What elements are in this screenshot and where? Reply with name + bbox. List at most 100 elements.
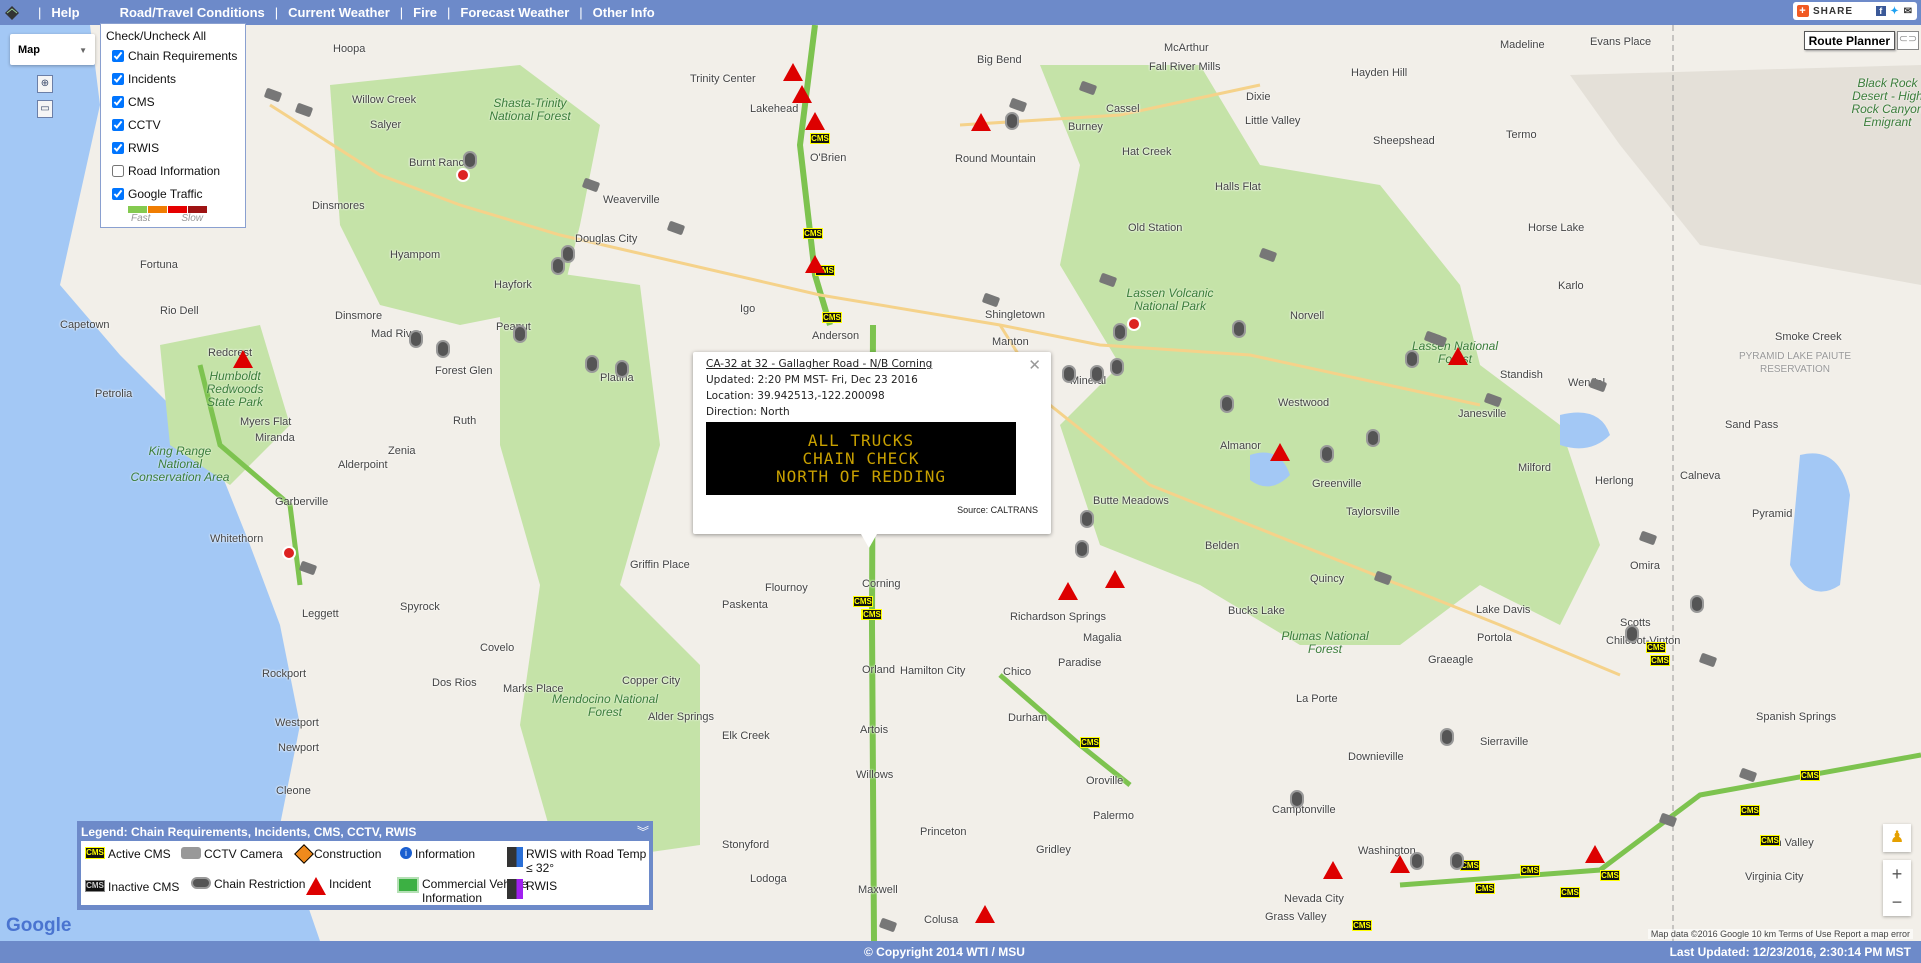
close-icon[interactable]: ✕ — [1028, 356, 1041, 374]
chain-restriction-marker[interactable] — [1320, 445, 1334, 463]
nav-fire[interactable]: Fire — [413, 5, 437, 20]
cms-sign-marker[interactable]: CMS — [1646, 642, 1666, 653]
layer-toggle[interactable]: CCTV — [106, 113, 240, 136]
chain-restriction-marker[interactable] — [1075, 540, 1089, 558]
facebook-icon[interactable]: f — [1876, 6, 1887, 16]
cms-sign-marker[interactable]: CMS — [810, 133, 830, 144]
chain-restriction-marker[interactable] — [1625, 625, 1639, 643]
place-label: Igo — [740, 303, 756, 315]
popup-title[interactable]: CA-32 at 32 - Gallagher Road - N/B Corni… — [706, 358, 1038, 370]
incident-marker[interactable] — [783, 63, 803, 81]
chain-restriction-marker[interactable] — [513, 325, 527, 343]
incident-marker[interactable] — [971, 113, 991, 131]
incident-marker[interactable] — [1448, 347, 1468, 365]
cms-sign-marker[interactable]: CMS — [1080, 737, 1100, 748]
chain-restriction-marker[interactable] — [1405, 350, 1419, 368]
road-closed-marker[interactable] — [456, 168, 470, 182]
chain-restriction-marker[interactable] — [1113, 323, 1127, 341]
incident-marker[interactable] — [1323, 861, 1343, 879]
street-view-pegman-icon[interactable]: ♟ — [1883, 824, 1911, 852]
incident-marker[interactable] — [1390, 855, 1410, 873]
zoom-area-icon[interactable]: ⊕ — [37, 75, 53, 93]
cms-sign-marker[interactable]: CMS — [853, 596, 873, 607]
chain-restriction-marker[interactable] — [463, 151, 477, 169]
chain-restriction-marker[interactable] — [1232, 320, 1246, 338]
zoom-in-button[interactable]: + — [1883, 860, 1911, 888]
cms-sign-marker[interactable]: CMS — [862, 609, 882, 620]
layer-checkbox[interactable] — [112, 118, 124, 131]
layer-toggle[interactable]: Google Traffic — [106, 182, 240, 205]
cms-sign-marker[interactable]: CMS — [1600, 870, 1620, 881]
route-planner-button[interactable]: Route Planner — [1803, 31, 1895, 50]
layer-checkbox[interactable] — [112, 95, 124, 108]
collapse-chevron-icon[interactable]: ︾ — [637, 823, 649, 840]
nav-road-travel-conditions[interactable]: Road/Travel Conditions — [120, 5, 265, 20]
incident-marker[interactable] — [1270, 443, 1290, 461]
incident-marker[interactable] — [233, 350, 253, 368]
chain-restriction-marker[interactable] — [1440, 728, 1454, 746]
layer-checkbox[interactable] — [112, 187, 124, 200]
email-icon[interactable]: ✉ — [1904, 6, 1913, 17]
cms-sign-marker[interactable]: CMS — [1475, 883, 1495, 894]
link-icon[interactable]: ⊂⊃ — [1897, 31, 1919, 50]
twitter-icon[interactable]: ✦ — [1890, 6, 1899, 17]
chain-restriction-marker[interactable] — [1410, 852, 1424, 870]
cms-sign-marker[interactable]: CMS — [1740, 805, 1760, 816]
road-closed-marker[interactable] — [282, 546, 296, 560]
incident-marker[interactable] — [805, 112, 825, 130]
chain-restriction-marker[interactable] — [1366, 429, 1380, 447]
map-type-select[interactable]: Map ▼ — [10, 34, 95, 65]
layer-toggle[interactable]: RWIS — [106, 136, 240, 159]
cms-sign-marker[interactable]: CMS — [822, 312, 842, 323]
cms-sign-marker[interactable]: CMS — [1520, 865, 1540, 876]
layer-toggle[interactable]: Chain Requirements — [106, 44, 240, 67]
map-attribution[interactable]: Map data ©2016 Google 10 km Terms of Use… — [1647, 929, 1913, 939]
chain-restriction-marker[interactable] — [615, 360, 629, 378]
chain-restriction-marker[interactable] — [1690, 595, 1704, 613]
cms-info-window: ✕ CA-32 at 32 - Gallagher Road - N/B Cor… — [693, 352, 1051, 548]
incident-marker[interactable] — [1105, 570, 1125, 588]
chain-restriction-marker[interactable] — [561, 245, 575, 263]
layer-toggle[interactable]: Road Information — [106, 159, 240, 182]
chain-restriction-marker[interactable] — [1080, 510, 1094, 528]
chain-restriction-marker[interactable] — [1450, 852, 1464, 870]
incident-marker[interactable] — [1585, 845, 1605, 863]
chain-restriction-marker[interactable] — [585, 355, 599, 373]
layer-checkbox[interactable] — [112, 164, 124, 177]
chain-restriction-marker[interactable] — [1062, 365, 1076, 383]
incident-marker[interactable] — [975, 905, 995, 923]
layer-checkbox[interactable] — [112, 72, 124, 85]
cms-sign-marker[interactable]: CMS — [1800, 770, 1820, 781]
nav-current-weather[interactable]: Current Weather — [288, 5, 390, 20]
chain-restriction-marker[interactable] — [1005, 112, 1019, 130]
layer-checkbox[interactable] — [112, 49, 124, 62]
chain-restriction-marker[interactable] — [1220, 395, 1234, 413]
nav-help[interactable]: Help — [51, 5, 79, 20]
chain-restriction-marker[interactable] — [1090, 365, 1104, 383]
place-label: Durham — [1008, 712, 1048, 724]
cms-sign-marker[interactable]: CMS — [1560, 887, 1580, 898]
chain-restriction-marker[interactable] — [1110, 358, 1124, 376]
google-logo: Google — [6, 915, 72, 936]
incident-marker[interactable] — [805, 255, 825, 273]
cms-sign-marker[interactable]: CMS — [1760, 835, 1780, 846]
chain-restriction-marker[interactable] — [436, 340, 450, 358]
incident-marker[interactable] — [1058, 582, 1078, 600]
check-uncheck-all[interactable]: Check/Uncheck All — [106, 27, 240, 44]
extent-icon[interactable]: ▭ — [37, 100, 53, 118]
road-closed-marker[interactable] — [1127, 317, 1141, 331]
share-button[interactable]: + SHARE f ✦ ✉ — [1793, 2, 1917, 20]
logo-icon[interactable] — [4, 5, 20, 21]
cms-sign-marker[interactable]: CMS — [1650, 655, 1670, 666]
zoom-out-button[interactable]: − — [1883, 888, 1911, 916]
layer-toggle[interactable]: CMS — [106, 90, 240, 113]
incident-marker[interactable] — [792, 85, 812, 103]
cms-sign-marker[interactable]: CMS — [803, 228, 823, 239]
nav-other-info[interactable]: Other Info — [593, 5, 655, 20]
chain-restriction-marker[interactable] — [1290, 790, 1304, 808]
layer-checkbox[interactable] — [112, 141, 124, 154]
layer-toggle[interactable]: Incidents — [106, 67, 240, 90]
chain-restriction-marker[interactable] — [409, 330, 423, 348]
cms-sign-marker[interactable]: CMS — [1352, 920, 1372, 931]
nav-forecast-weather[interactable]: Forecast Weather — [460, 5, 569, 20]
